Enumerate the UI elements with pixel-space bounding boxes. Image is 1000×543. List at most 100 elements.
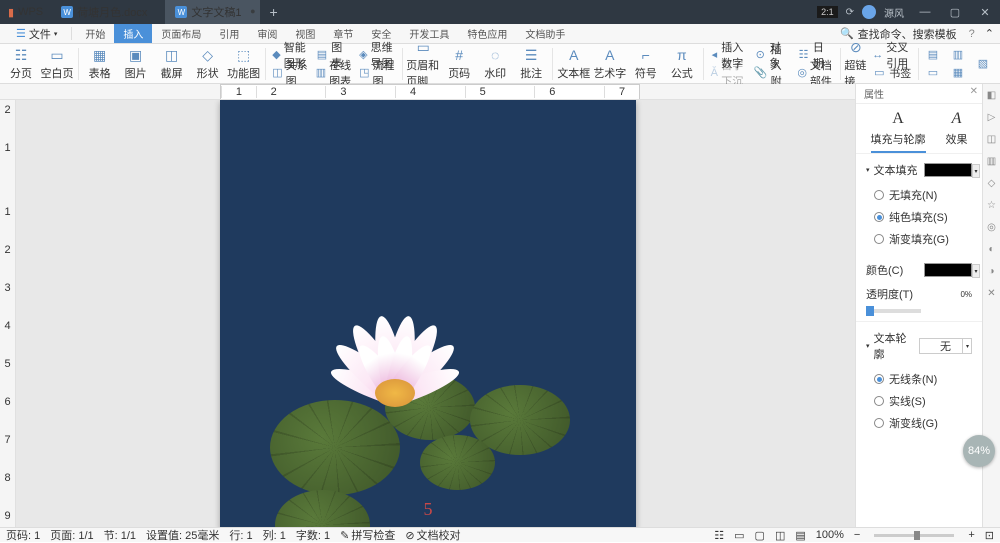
status-spell[interactable]: ✎ 拼写检查 (340, 527, 395, 543)
ribbon-分页[interactable]: ☷分页 (4, 45, 38, 83)
user-avatar[interactable] (862, 5, 876, 19)
ribbon-插入附件[interactable]: 📎插入附件 (751, 64, 792, 82)
ribbon-关系图[interactable]: ◫关系图 (269, 64, 310, 82)
ribbon-表格[interactable]: ▦表格 (83, 45, 117, 83)
fill-swatch[interactable]: ▾ (924, 163, 972, 177)
add-tab-button[interactable]: + (260, 4, 288, 20)
close-button[interactable]: ✕ (970, 0, 1000, 24)
document-page[interactable]: 5 (220, 100, 636, 527)
view-draft[interactable]: ▤ (795, 529, 805, 542)
ribbon-在线图表[interactable]: ▥在线图表 (313, 64, 354, 82)
collapse-ribbon-icon[interactable]: ⌃ (985, 27, 994, 40)
zoom-value[interactable]: 100% (816, 529, 844, 541)
ribbon-功能图[interactable]: ⬚功能图 (227, 45, 261, 83)
ribbon-图片[interactable]: ▣图片 (119, 45, 153, 83)
ribbon-页码[interactable]: #页码 (442, 45, 476, 83)
tabstrip-item-9[interactable]: ✕ (985, 286, 999, 300)
radio-no-fill[interactable]: 无填充(N) (866, 184, 972, 206)
status-row[interactable]: 行: 1 (229, 527, 252, 543)
radio-solid-fill[interactable]: 纯色填充(S) (866, 206, 972, 228)
sync-icon[interactable]: ⟳ (846, 7, 854, 18)
opacity-slider[interactable] (866, 309, 921, 313)
tabstrip-item-3[interactable]: ▥ (985, 154, 999, 168)
status-section[interactable]: 节: 1/1 (104, 527, 136, 543)
status-pos[interactable]: 设置值: 25毫米 (146, 527, 219, 543)
outline-select[interactable]: 无▾ (919, 338, 972, 354)
menu-tab-home[interactable]: 开始 (76, 24, 114, 43)
tabstrip-item-2[interactable]: ◫ (985, 132, 999, 146)
leaf-icon[interactable] (420, 435, 495, 490)
menu-tab-layout[interactable]: 页面布局 (152, 24, 210, 43)
tabstrip-item-4[interactable]: ◇ (985, 176, 999, 190)
menu-tab-assist[interactable]: 文档助手 (516, 24, 574, 43)
menu-tab-review[interactable]: 审阅 (248, 24, 286, 43)
ribbon-页眉和页脚[interactable]: ▭页眉和页脚 (406, 45, 440, 83)
ribbon-流程图[interactable]: ◳流程图 (356, 64, 397, 82)
help-button[interactable]: ? (969, 28, 975, 40)
section-text-fill[interactable]: ▾文本填充 ▾ (866, 162, 972, 178)
ribbon-文档部件[interactable]: ◎文档部件 (794, 64, 835, 82)
tabstrip-item-0[interactable]: ◧ (985, 88, 999, 102)
status-page[interactable]: 页码: 1 (6, 527, 40, 543)
ribbon-批注[interactable]: ☰批注 (514, 45, 548, 83)
zoom-slider[interactable] (874, 534, 954, 537)
panel-tab-effect[interactable]: A效果 (946, 110, 968, 153)
close-icon[interactable]: ● (250, 6, 255, 16)
zoom-fit[interactable]: ⊡ (985, 529, 994, 542)
ribbon-空白页[interactable]: ▭空白页 (40, 45, 74, 83)
view-outline[interactable]: ☷ (714, 529, 724, 542)
menu-tab-insert[interactable]: 插入 (114, 24, 152, 43)
panel-tab-fill[interactable]: A填充与轮廓 (871, 110, 926, 153)
status-pages[interactable]: 页面: 1/1 (50, 527, 93, 543)
view-page[interactable]: ▭ (734, 529, 744, 542)
ribbon-书签[interactable]: ▭书签 (869, 64, 914, 82)
ruler-vertical[interactable]: 211234567891011 (0, 100, 16, 527)
view-read[interactable]: ◫ (775, 529, 785, 542)
progress-badge[interactable]: 84% (963, 435, 995, 467)
view-web[interactable]: ▢ (755, 529, 765, 542)
ribbon-[interactable]: ▦ (948, 64, 971, 82)
radio-solid-line[interactable]: 实线(S) (866, 390, 972, 412)
section-text-outline[interactable]: ▾文本轮廓 无▾ (866, 330, 972, 362)
zoom-in[interactable]: + (968, 529, 974, 541)
doc-tab-1[interactable]: W文字文稿1● (165, 0, 259, 24)
doc-tab-0[interactable]: W荷塘月色.docx (51, 0, 165, 24)
ribbon-水印[interactable]: ◌水印 (478, 45, 512, 83)
ribbon-截屏[interactable]: ◫截屏 (155, 45, 189, 83)
user-name[interactable]: 源风 (884, 5, 904, 20)
ribbon-交叉引用[interactable]: ↔交叉引用 (869, 46, 914, 64)
canvas[interactable]: 5 (16, 100, 855, 527)
ribbon-[interactable]: ▥ (948, 46, 971, 64)
tabstrip-item-1[interactable]: ▷ (985, 110, 999, 124)
minimize-button[interactable]: — (910, 0, 940, 24)
ribbon-[interactable]: ▤ (923, 46, 946, 64)
tabstrip-item-6[interactable]: ◎ (985, 220, 999, 234)
flower-icon[interactable] (310, 285, 480, 425)
color-swatch[interactable]: ▾ (924, 263, 972, 277)
panel-close-icon[interactable]: ✕ (970, 86, 978, 97)
status-col[interactable]: 列: 1 (263, 527, 286, 543)
zoom-out[interactable]: − (854, 529, 860, 541)
ruler-horizontal[interactable]: 1234567 (0, 84, 1000, 100)
radio-gradient-fill[interactable]: 渐变填充(G) (866, 228, 972, 250)
radio-gradient-line[interactable]: 渐变线(G) (866, 412, 972, 434)
menu-tab-special[interactable]: 特色应用 (458, 24, 516, 43)
ribbon-公式[interactable]: π公式 (665, 45, 699, 83)
ribbon-超链接[interactable]: ⊘超链接 (844, 45, 867, 83)
ribbon-[interactable]: ▧ (973, 55, 996, 73)
tabstrip-item-5[interactable]: ☆ (985, 198, 999, 212)
file-menu[interactable]: ☰文件▾ (6, 24, 67, 43)
ribbon-[interactable]: ▭ (923, 64, 946, 82)
leaf-icon[interactable] (275, 490, 370, 527)
tabstrip-item-8[interactable]: ◑ (985, 264, 999, 278)
status-doc[interactable]: ⊘ 文档校对 (405, 527, 460, 543)
ribbon-文本框[interactable]: A文本框 (557, 45, 591, 83)
maximize-button[interactable]: ▢ (940, 0, 970, 24)
tabstrip-item-7[interactable]: ◐ (985, 242, 999, 256)
menu-tab-ref[interactable]: 引用 (210, 24, 248, 43)
ribbon-艺术字[interactable]: A艺术字 (593, 45, 627, 83)
ribbon-符号[interactable]: ⌐符号 (629, 45, 663, 83)
ribbon-形状[interactable]: ◇形状 (191, 45, 225, 83)
radio-no-line[interactable]: 无线条(N) (866, 368, 972, 390)
status-words[interactable]: 字数: 1 (296, 527, 330, 543)
